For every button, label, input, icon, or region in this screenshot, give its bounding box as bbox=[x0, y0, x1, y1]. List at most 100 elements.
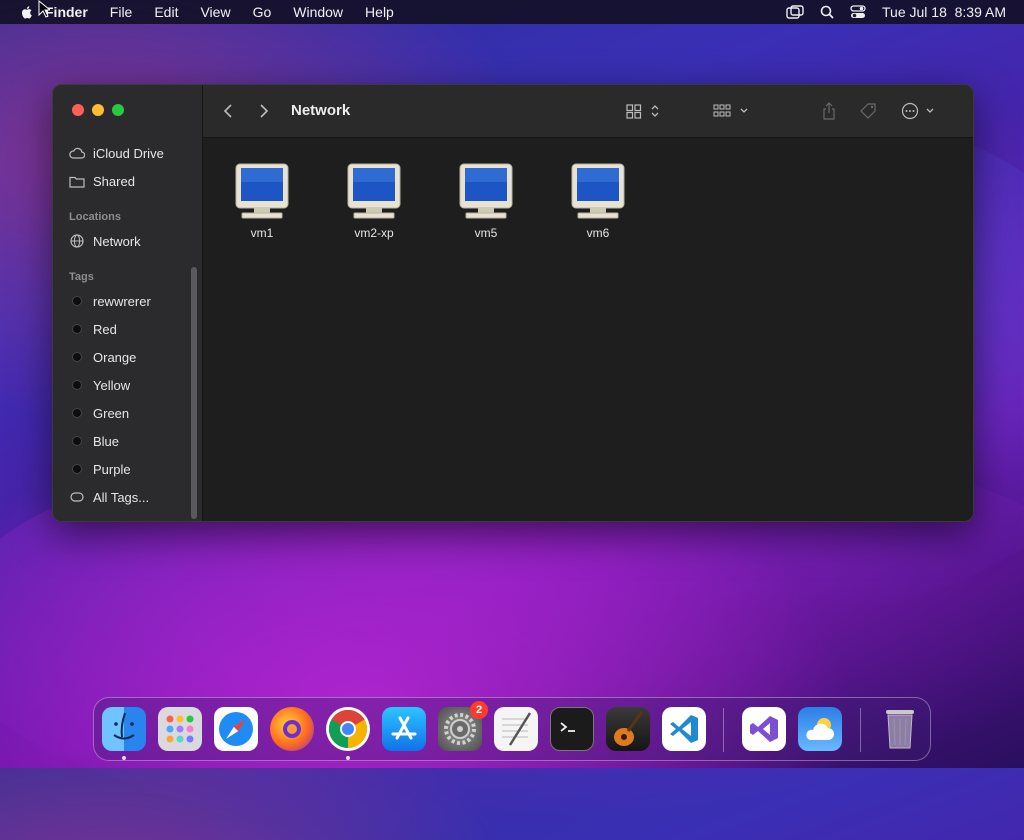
dock-safari[interactable] bbox=[214, 707, 258, 751]
screen-mirroring-icon[interactable] bbox=[786, 5, 804, 19]
cloud-icon bbox=[69, 145, 85, 161]
mouse-cursor-icon bbox=[38, 0, 50, 18]
all-tags-icon bbox=[69, 489, 85, 505]
file-label: vm5 bbox=[474, 226, 498, 240]
window-controls bbox=[72, 104, 124, 116]
weather-cloud-sun-icon bbox=[806, 718, 834, 740]
sidebar-tag-purple[interactable]: Purple bbox=[69, 458, 131, 480]
share-button[interactable] bbox=[821, 101, 837, 121]
chrome-icon bbox=[328, 709, 368, 749]
toolbar: Network bbox=[203, 85, 973, 138]
tag-dot-icon bbox=[72, 324, 82, 334]
shared-folder-icon bbox=[69, 173, 85, 189]
dock-finder[interactable] bbox=[102, 707, 146, 751]
sidebar-item-label: Blue bbox=[93, 433, 120, 449]
sidebar-item-shared[interactable]: Shared bbox=[69, 170, 135, 192]
finder-face-icon bbox=[113, 712, 135, 740]
menu-file[interactable]: File bbox=[110, 4, 133, 20]
sidebar-scrollbar[interactable] bbox=[191, 267, 197, 519]
dock-visual-studio[interactable] bbox=[742, 707, 786, 751]
launchpad-grid-icon bbox=[166, 715, 194, 743]
running-indicator bbox=[346, 756, 350, 760]
zoom-button[interactable] bbox=[112, 104, 124, 116]
dock-terminal[interactable] bbox=[550, 707, 594, 751]
chevron-left-icon bbox=[223, 104, 232, 118]
dock-app-store[interactable] bbox=[382, 707, 426, 751]
computer-monitor-icon bbox=[234, 162, 290, 220]
sidebar-tag-orange[interactable]: Orange bbox=[69, 346, 136, 368]
menu-go[interactable]: Go bbox=[253, 4, 272, 20]
sidebar-tag-red[interactable]: Red bbox=[69, 318, 117, 340]
sidebar-item-network[interactable]: Network bbox=[69, 230, 141, 252]
back-button[interactable] bbox=[223, 101, 233, 121]
icon-view-grid-icon bbox=[626, 104, 659, 119]
sidebar-all-tags[interactable]: All Tags... bbox=[69, 486, 149, 508]
dock-firefox[interactable] bbox=[270, 707, 314, 751]
network-computer-vm2-xp[interactable]: vm2-xp bbox=[329, 162, 419, 240]
sidebar-item-label: Red bbox=[93, 321, 117, 337]
sidebar-item-label: iCloud Drive bbox=[93, 145, 164, 161]
menu-clock[interactable]: Tue Jul 18 8:39 AM bbox=[882, 4, 1006, 20]
tag-icon bbox=[860, 103, 876, 119]
sidebar: iCloud Drive Shared Locations Network Ta… bbox=[53, 85, 202, 521]
dock-chrome[interactable] bbox=[326, 707, 370, 751]
forward-button[interactable] bbox=[259, 101, 269, 121]
dock-garageband[interactable] bbox=[606, 707, 650, 751]
sidebar-item-label: Shared bbox=[93, 173, 135, 189]
window-title: Network bbox=[291, 102, 351, 119]
tag-dot-icon bbox=[72, 380, 82, 390]
apple-menu-icon[interactable] bbox=[19, 4, 35, 20]
network-computer-vm5[interactable]: vm5 bbox=[441, 162, 531, 240]
group-grid-icon bbox=[713, 104, 748, 117]
safari-compass-icon bbox=[219, 712, 253, 746]
sidebar-tag-green[interactable]: Green bbox=[69, 402, 129, 424]
share-icon bbox=[823, 102, 835, 120]
sidebar-item-icloud-drive[interactable]: iCloud Drive bbox=[69, 142, 164, 164]
sidebar-tag-yellow[interactable]: Yellow bbox=[69, 374, 130, 396]
computer-monitor-icon bbox=[570, 162, 626, 220]
dock-textedit[interactable] bbox=[494, 707, 538, 751]
visual-studio-icon bbox=[750, 716, 778, 742]
sidebar-tag-blue[interactable]: Blue bbox=[69, 430, 119, 452]
control-center-icon[interactable] bbox=[850, 5, 866, 19]
sidebar-item-label: Orange bbox=[93, 349, 137, 365]
chevron-right-icon bbox=[260, 104, 269, 118]
tag-dot-icon bbox=[72, 296, 82, 306]
trash-icon bbox=[886, 710, 914, 749]
menu-edit[interactable]: Edit bbox=[154, 4, 178, 20]
close-button[interactable] bbox=[72, 104, 84, 116]
dock-vscode[interactable] bbox=[662, 707, 706, 751]
computer-monitor-icon bbox=[346, 162, 402, 220]
group-button[interactable] bbox=[713, 101, 749, 121]
action-menu-button[interactable] bbox=[901, 101, 937, 121]
spotlight-search-icon[interactable] bbox=[820, 5, 834, 19]
menu-view[interactable]: View bbox=[200, 4, 230, 20]
file-label: vm1 bbox=[250, 226, 274, 240]
dock-launchpad[interactable] bbox=[158, 707, 202, 751]
firefox-icon bbox=[283, 720, 301, 738]
menu-help[interactable]: Help bbox=[365, 4, 394, 20]
file-browser-content: vm1 vm2-xp vm5 vm6 bbox=[203, 138, 973, 521]
file-label: vm2-xp bbox=[354, 226, 394, 240]
computer-monitor-icon bbox=[458, 162, 514, 220]
sidebar-item-label: All Tags... bbox=[93, 489, 150, 505]
sidebar-tag-rewwrerer[interactable]: rewwrerer bbox=[69, 290, 151, 312]
menu-window[interactable]: Window bbox=[293, 4, 343, 20]
minimize-button[interactable] bbox=[92, 104, 104, 116]
sidebar-item-label: Network bbox=[93, 233, 141, 249]
finder-window: iCloud Drive Shared Locations Network Ta… bbox=[52, 84, 974, 522]
menu-app-name[interactable]: Finder bbox=[45, 4, 88, 20]
dock-system-settings[interactable]: 2 bbox=[438, 701, 488, 751]
dock-trash[interactable] bbox=[878, 707, 922, 751]
tag-dot-icon bbox=[72, 352, 82, 362]
menu-bar: Finder File Edit View Go Window Help Tue… bbox=[0, 0, 1024, 24]
dock: 2 bbox=[93, 697, 931, 761]
tag-button[interactable] bbox=[859, 101, 879, 121]
network-computer-vm6[interactable]: vm6 bbox=[553, 162, 643, 240]
sidebar-item-label: Yellow bbox=[93, 377, 131, 393]
sidebar-section-locations: Locations bbox=[69, 211, 121, 223]
view-mode-button[interactable] bbox=[626, 101, 660, 121]
network-computer-vm1[interactable]: vm1 bbox=[217, 162, 307, 240]
tag-dot-icon bbox=[72, 408, 82, 418]
dock-weather[interactable] bbox=[798, 707, 842, 751]
